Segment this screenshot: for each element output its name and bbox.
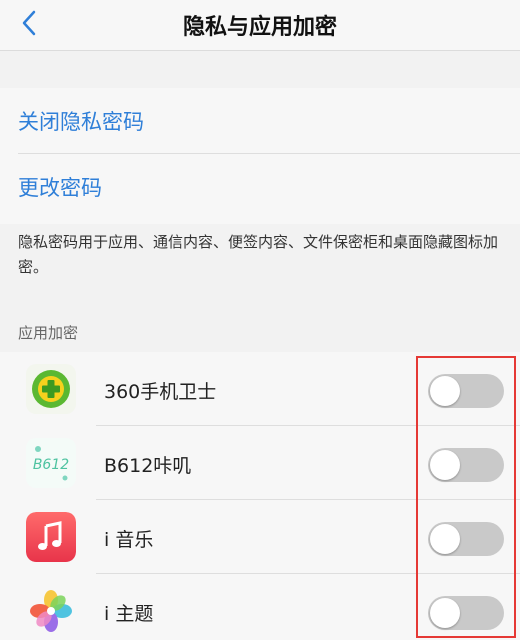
music-note-icon [26, 512, 76, 562]
password-actions: 关闭隐私密码 更改密码 [0, 88, 520, 224]
page-title: 隐私与应用加密 [182, 15, 337, 40]
360-security-icon [26, 364, 76, 414]
app-name: i 主题 [104, 603, 154, 625]
change-password-button[interactable]: 更改密码 [0, 154, 520, 220]
encryption-toggle-b612[interactable] [428, 448, 504, 482]
svg-text:B612: B612 [33, 457, 69, 473]
app-name: 360手机卫士 [104, 381, 217, 403]
toggle-knob [430, 376, 460, 406]
theme-flower-icon [26, 586, 76, 636]
app-encryption-list: 360手机卫士 B612 B612咔叽 i 音乐 i 主题 [0, 352, 520, 640]
encryption-toggle-itheme[interactable] [428, 596, 504, 630]
encryption-toggle-imusic[interactable] [428, 522, 504, 556]
privacy-description: 隐私密码用于应用、通信内容、便签内容、文件保密柜和桌面隐藏图标加密。 [18, 233, 499, 276]
section-label-app-encryption: 应用加密 [18, 324, 79, 342]
privacy-encryption-screen: 隐私与应用加密 关闭隐私密码 更改密码 隐私密码用于应用、通信内容、便签内容、文… [0, 0, 520, 640]
list-item: i 音乐 [0, 500, 520, 574]
b612-icon: B612 [26, 438, 76, 488]
toggle-knob [430, 524, 460, 554]
list-item: 360手机卫士 [0, 352, 520, 426]
toggle-knob [430, 598, 460, 628]
app-name: i 音乐 [104, 529, 154, 551]
encryption-toggle-360[interactable] [428, 374, 504, 408]
toggle-knob [430, 450, 460, 480]
list-item: i 主题 [0, 574, 520, 640]
list-item: B612 B612咔叽 [0, 426, 520, 500]
top-bar: 隐私与应用加密 [0, 0, 520, 51]
app-name: B612咔叽 [104, 455, 192, 477]
close-privacy-password-button[interactable]: 关闭隐私密码 [0, 88, 520, 154]
